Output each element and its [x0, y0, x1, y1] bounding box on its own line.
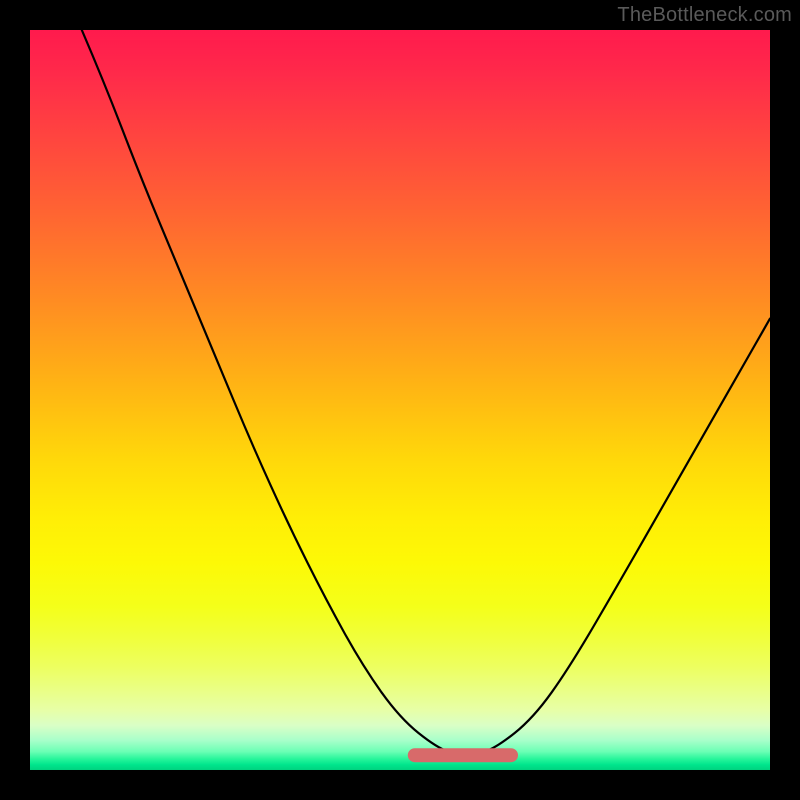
chart-frame: TheBottleneck.com — [0, 0, 800, 800]
curve-line — [82, 30, 770, 755]
bottleneck-curve — [30, 30, 770, 770]
plot-area — [30, 30, 770, 770]
watermark-text: TheBottleneck.com — [617, 4, 792, 27]
